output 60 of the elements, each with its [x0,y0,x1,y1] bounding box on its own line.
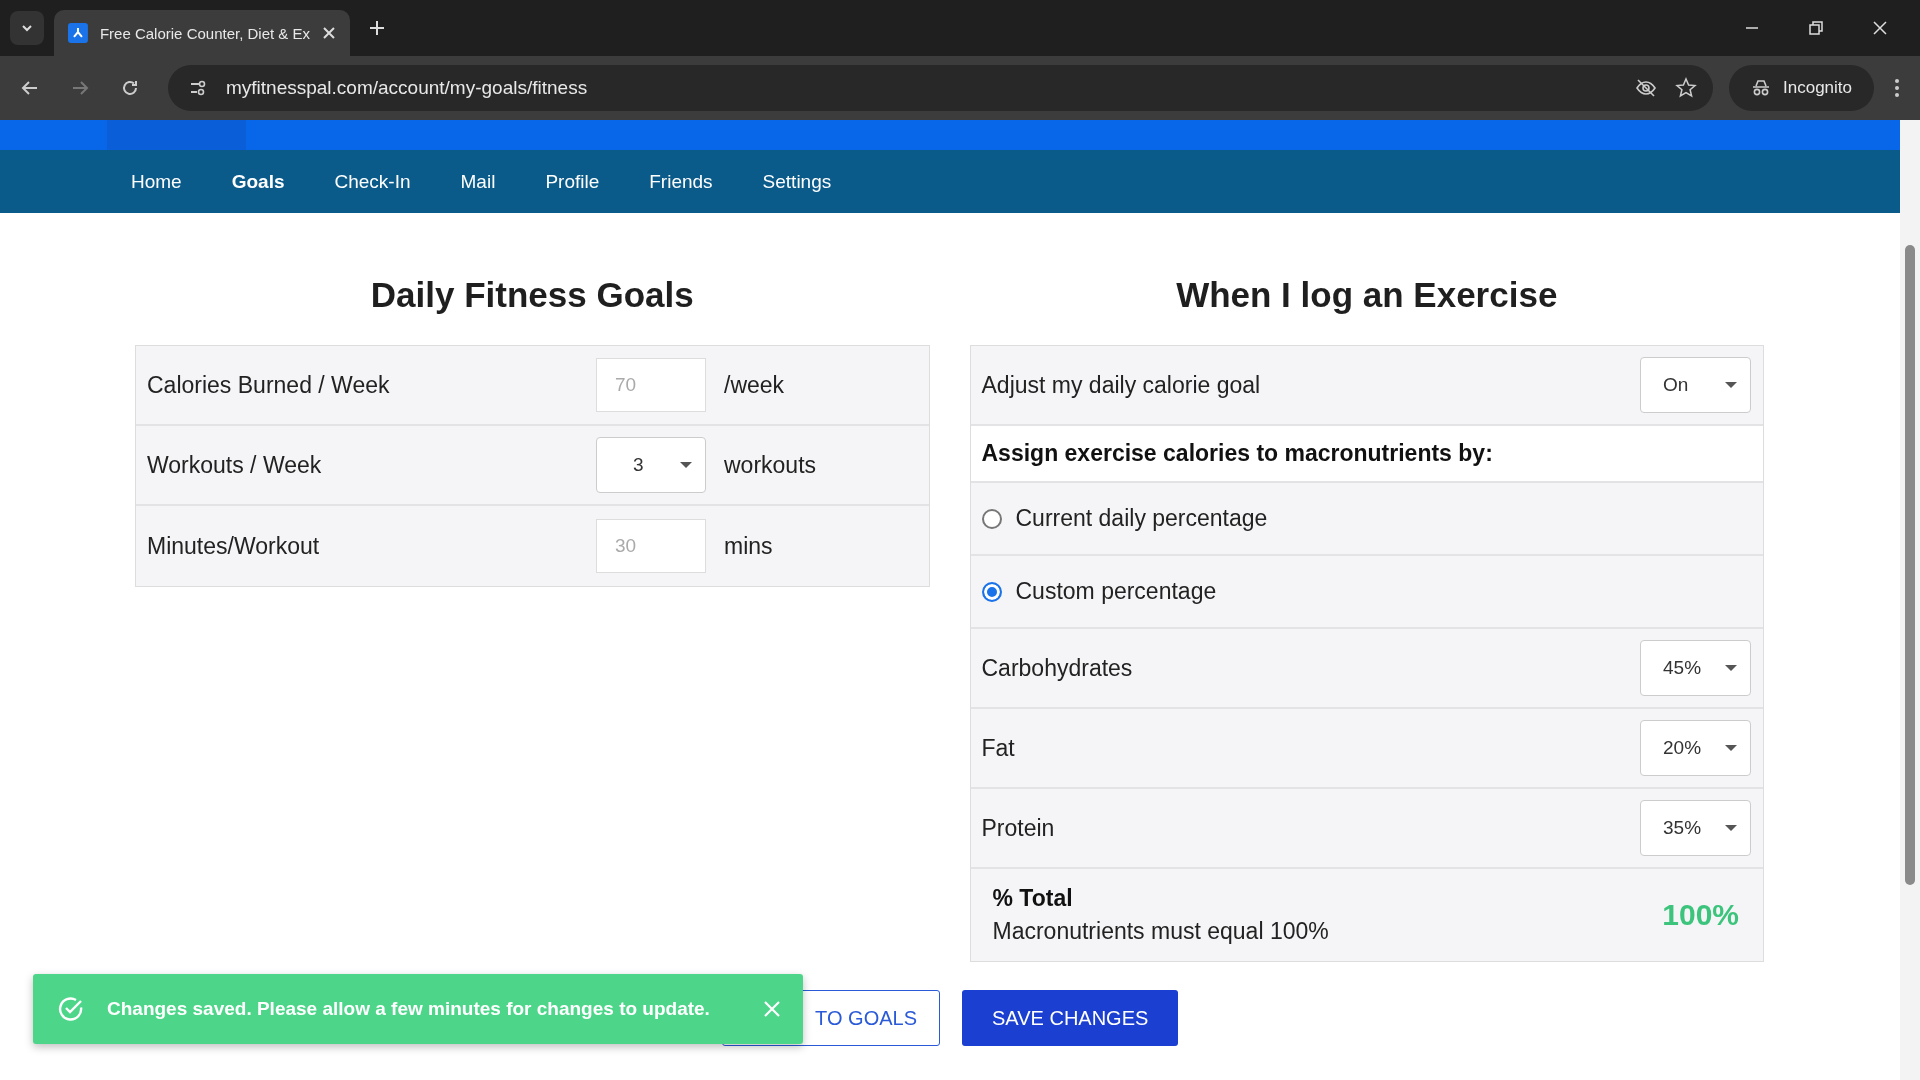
address-bar[interactable]: myfitnesspal.com/account/my-goals/fitness [168,65,1713,111]
total-note: Macronutrients must equal 100% [992,918,1329,945]
save-button[interactable]: SAVE CHANGES [962,990,1179,1046]
dropdown[interactable]: 35% [1640,800,1751,856]
nav-link[interactable]: Profile [545,170,600,193]
app-logo-icon [68,23,88,43]
scrollbar[interactable] [1900,120,1920,1080]
nav-link[interactable]: Mail [460,170,496,193]
close-icon[interactable] [322,26,336,40]
dropdown[interactable]: 45% [1640,640,1751,696]
caret-icon [1724,381,1738,389]
caret-icon [679,461,693,469]
dropdown[interactable]: 3 [596,437,706,493]
incognito-icon [1751,78,1771,98]
tab-title: Free Calorie Counter, Diet & Ex [99,24,311,42]
field-label: Fat [981,734,1015,762]
field-label: Adjust my daily calorie goal [981,371,1261,399]
eye-slash-icon[interactable] [1635,77,1657,99]
radio-button[interactable] [981,581,1002,602]
reload-icon[interactable] [120,78,140,98]
option-label: Current daily percentage [1015,505,1268,532]
nav-link[interactable]: Goals [231,170,285,193]
field-label: Protein [981,814,1055,842]
caret-icon [1724,664,1738,672]
menu-icon[interactable] [1894,78,1900,98]
toast-message: Changes saved. Please allow a few minutes for changes to update. [107,998,711,1020]
nav-link[interactable]: Home [131,170,182,193]
check-circle-icon [57,995,85,1023]
total-value: 100% [1662,898,1739,932]
nav-link[interactable]: Friends [649,170,713,193]
input-field[interactable]: 30 [596,519,706,573]
section-title: Daily Fitness Goals [370,275,694,315]
new-tab-icon[interactable] [368,19,386,37]
restore-icon[interactable] [1808,20,1824,36]
unit-label: mins [724,532,773,560]
field-label: Workouts / Week [147,451,323,479]
section-title: When I log an Exercise [1176,275,1558,315]
tab-list-button[interactable] [10,11,44,45]
site-settings-icon[interactable] [188,78,208,98]
field-label: Minutes/Workout [147,532,321,560]
total-label: % Total [992,885,1074,912]
option-label: Custom percentage [1015,578,1217,605]
input-field[interactable]: 70 [596,358,706,412]
browser-tab[interactable]: Free Calorie Counter, Diet & Ex [54,10,350,56]
url-text: myfitnesspal.com/account/my-goals/fitness [226,77,588,99]
section-heading: Assign exercise calories to macronutrients by: [981,440,1493,467]
dropdown[interactable]: On [1640,357,1751,413]
nav-link[interactable]: Check-In [334,170,411,193]
caret-icon [1724,744,1738,752]
field-label: Carbohydrates [981,654,1133,682]
field-label: Calories Burned / Week [147,371,391,399]
incognito-button[interactable]: Incognito [1729,65,1874,111]
star-icon[interactable] [1675,77,1697,99]
unit-label: workouts [724,451,817,479]
radio-button[interactable] [981,508,1002,529]
nav-link[interactable]: Settings [762,170,832,193]
unit-label: /week [724,371,785,399]
caret-icon [1724,824,1738,832]
close-icon[interactable] [1872,20,1888,36]
dropdown[interactable]: 20% [1640,720,1751,776]
